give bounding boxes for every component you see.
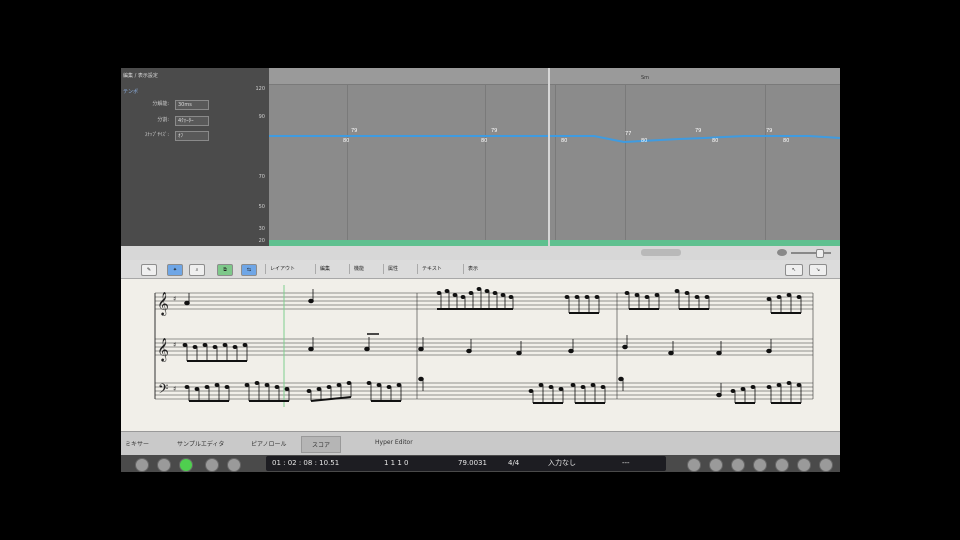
resolution-row: 分解能: 30ms	[121, 100, 269, 110]
tempo-section-label: テンポ	[123, 89, 139, 95]
smpte-time: 01 : 02 : 08 : 10.51	[272, 459, 340, 467]
play-button[interactable]	[179, 458, 193, 472]
metronome-button[interactable]	[797, 458, 811, 472]
tempo-point-label: 80	[783, 138, 789, 144]
record-button[interactable]	[227, 458, 241, 472]
tempo-value: 79.0031	[458, 459, 487, 467]
zoom-tool-icon[interactable]: ⌕	[189, 264, 205, 276]
sync-button[interactable]	[775, 458, 789, 472]
resolution-label: 分解能:	[152, 101, 169, 107]
transport-extra: ---	[622, 459, 630, 467]
cycle-button[interactable]	[687, 458, 701, 472]
rewind-button[interactable]	[135, 458, 149, 472]
transport-bar: 01 : 02 : 08 : 10.51 1 1 1 0 79.0031 4/4…	[121, 455, 840, 472]
layout-menu[interactable]: レイアウト	[265, 264, 295, 274]
edit-menu[interactable]: 編集	[315, 264, 330, 274]
tempo-axis-label: 50	[258, 204, 265, 210]
tempo-inspector: 編集 / 表示設定 テンポ 分解能: 30ms 分割: 4ｸｫｰﾀｰ ｽﾅｯﾌﾟ…	[121, 68, 269, 246]
division-field[interactable]: 4ｸｫｰﾀｰ	[175, 116, 209, 126]
tempo-point-label: 79	[695, 128, 701, 134]
pencil-icon[interactable]: ✎	[141, 264, 157, 276]
functions-menu[interactable]: 機能	[349, 264, 364, 274]
zoom-slider[interactable]	[791, 252, 831, 254]
ruler-label: Sm	[641, 75, 650, 81]
solo-button[interactable]	[753, 458, 767, 472]
tempo-ruler[interactable]: Sm	[269, 68, 840, 85]
zoom-slider-knob[interactable]	[816, 249, 824, 258]
pointer-tool-menu-icon[interactable]: ↖	[785, 264, 803, 276]
forward-button[interactable]	[157, 458, 171, 472]
treble-clef-icon: 𝄞	[157, 291, 169, 316]
eye-icon[interactable]	[777, 249, 787, 256]
replace-button[interactable]	[709, 458, 723, 472]
tab-hyper-editor[interactable]: Hyper Editor	[375, 439, 413, 446]
score-editor[interactable]: 𝄞 𝄞 𝄢 ♯ ♯ ♯	[121, 279, 840, 431]
tab-piano-roll[interactable]: ピアノロール	[251, 439, 286, 448]
logic-window: 編集 / 表示設定 テンポ 分解能: 30ms 分割: 4ｸｫｰﾀｰ ｽﾅｯﾌﾟ…	[121, 68, 840, 472]
tab-sample-editor[interactable]: サンプルエディタ	[177, 439, 224, 448]
snap-field[interactable]: ｵﾌ	[175, 131, 209, 141]
pencil-tool-menu-icon[interactable]: ↘	[809, 264, 827, 276]
treble-clef-icon: 𝄞	[157, 337, 169, 362]
punch-button[interactable]	[731, 458, 745, 472]
transport-display[interactable]: 01 : 02 : 08 : 10.51 1 1 1 0 79.0031 4/4…	[266, 456, 666, 471]
tempo-point-label: 80	[481, 138, 487, 144]
tempo-curve[interactable]: 79 80 79 80 80 77 80 79 80 79 80	[269, 84, 840, 240]
bar-position: 1 1 1 0	[384, 459, 409, 467]
tempo-point-label: 80	[343, 138, 349, 144]
pane-splitter[interactable]	[121, 246, 840, 261]
tempo-point-label: 77	[625, 131, 631, 137]
bass-clef-icon: 𝄢	[158, 381, 168, 400]
attributes-menu[interactable]: 属性	[383, 264, 398, 274]
pointer-tool-icon[interactable]: ✦	[167, 264, 183, 276]
tempo-point-label: 79	[766, 128, 772, 134]
tempo-point-label: 80	[712, 138, 718, 144]
tempo-axis-label: 90	[258, 114, 265, 120]
text-menu[interactable]: テキスト	[417, 264, 442, 274]
master-level-button[interactable]	[819, 458, 833, 472]
division-label: 分割:	[157, 117, 169, 123]
tempo-axis-label: 120	[255, 86, 265, 92]
tempo-axis-label: 70	[258, 174, 265, 180]
midi-input: 入力なし	[548, 459, 576, 467]
tempo-header: 編集 / 表示設定	[123, 73, 158, 79]
horizontal-scrollbar[interactable]	[641, 249, 681, 256]
editor-tabs: ミキサー サンプルエディタ ピアノロール スコア Hyper Editor	[121, 431, 840, 456]
staff-2-notes	[182, 333, 772, 362]
tempo-point-label: 79	[351, 128, 357, 134]
tempo-point-label: 79	[491, 128, 497, 134]
tempo-point-label: 80	[641, 138, 647, 144]
view-menu[interactable]: 表示	[463, 264, 478, 274]
catch-icon[interactable]: ⇆	[241, 264, 257, 276]
time-signature: 4/4	[508, 459, 520, 467]
tempo-axis-label: 20	[258, 238, 265, 244]
division-row: 分割: 4ｸｫｰﾀｰ	[121, 116, 269, 126]
playhead[interactable]	[548, 68, 550, 246]
tab-mixer[interactable]: ミキサー	[125, 439, 149, 448]
tempo-axis-label: 30	[258, 226, 265, 232]
snap-label: ｽﾅｯﾌﾟｻｲｽﾞ:	[144, 132, 169, 138]
score-staves[interactable]: 𝄞 𝄞 𝄢 ♯ ♯ ♯	[121, 279, 840, 431]
resolution-field[interactable]: 30ms	[175, 100, 209, 110]
link-icon[interactable]: ⧉	[217, 264, 233, 276]
sharp-icon: ♯	[173, 295, 176, 303]
tempo-point-label: 80	[561, 138, 567, 144]
sharp-icon: ♯	[173, 385, 176, 393]
stop-button[interactable]	[205, 458, 219, 472]
sharp-icon: ♯	[173, 341, 176, 349]
snap-row: ｽﾅｯﾌﾟｻｲｽﾞ: ｵﾌ	[121, 131, 269, 141]
score-toolbar: ✎ ✦ ⌕ ⧉ ⇆ レイアウト 編集 機能 属性 テキスト 表示 ↖ ↘	[121, 260, 840, 279]
tab-score[interactable]: スコア	[301, 436, 342, 453]
